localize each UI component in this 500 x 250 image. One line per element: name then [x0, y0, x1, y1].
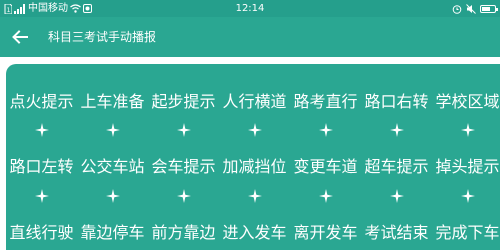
button-row-2: 路口左转 公交车站 会车提示 加减挡位 变更车道 超车提示 掉头提示 — [6, 153, 500, 177]
sparkle-icon — [432, 188, 500, 204]
sparkle-icon — [148, 122, 219, 138]
crosswalk-button[interactable]: 人行横道 — [219, 88, 290, 112]
divider-row-1 — [6, 122, 500, 138]
page-title: 科目三考试手动播报 — [48, 30, 157, 44]
intersection-right-button[interactable]: 路口右转 — [361, 88, 432, 112]
gear-shift-button[interactable]: 加减挡位 — [219, 153, 290, 177]
sparkle-icon — [219, 188, 290, 204]
sparkle-icon — [361, 188, 432, 204]
broadcast-button-panel: 点火提示 上车准备 起步提示 人行横道 路考直行 路口右转 学校区域 路口左转 … — [6, 64, 500, 250]
sparkle-icon — [219, 122, 290, 138]
back-button[interactable] — [8, 25, 32, 49]
start-tip-button[interactable]: 起步提示 — [148, 88, 219, 112]
ignition-tip-button[interactable]: 点火提示 — [6, 88, 77, 112]
meet-car-tip-button[interactable]: 会车提示 — [148, 153, 219, 177]
get-in-prepare-button[interactable]: 上车准备 — [77, 88, 148, 112]
leave-depart-button[interactable]: 离开发车 — [290, 219, 361, 243]
sparkle-icon — [361, 122, 432, 138]
finish-get-off-button[interactable]: 完成下车 — [432, 219, 500, 243]
status-right — [452, 0, 498, 17]
app-bar: 科目三考试手动播报 — [0, 17, 500, 57]
divider-row-2 — [6, 188, 500, 204]
battery-level — [482, 6, 490, 11]
school-zone-button[interactable]: 学校区域 — [432, 88, 500, 112]
intersection-left-button[interactable]: 路口左转 — [6, 153, 77, 177]
lane-change-button[interactable]: 变更车道 — [290, 153, 361, 177]
u-turn-tip-button[interactable]: 掉头提示 — [432, 153, 500, 177]
bus-stop-button[interactable]: 公交车站 — [77, 153, 148, 177]
ahead-pull-over-button[interactable]: 前方靠边 — [148, 219, 219, 243]
straight-drive-button[interactable]: 直线行驶 — [6, 219, 77, 243]
mute-icon — [466, 3, 476, 14]
battery-icon — [480, 4, 498, 13]
sparkle-icon — [432, 122, 500, 138]
sparkle-icon — [6, 122, 77, 138]
arrow-left-icon — [12, 30, 28, 44]
pull-over-button[interactable]: 靠边停车 — [77, 219, 148, 243]
sparkle-icon — [6, 188, 77, 204]
sparkle-icon — [290, 122, 361, 138]
status-bar: 1 中国移动 12:14 — [0, 0, 500, 17]
status-time: 12:14 — [235, 3, 265, 14]
sparkle-icon — [148, 188, 219, 204]
sparkle-icon — [77, 122, 148, 138]
button-row-3: 直线行驶 靠边停车 前方靠边 进入发车 离开发车 考试结束 完成下车 — [6, 219, 500, 243]
road-straight-button[interactable]: 路考直行 — [290, 88, 361, 112]
sparkle-icon — [290, 188, 361, 204]
overtake-tip-button[interactable]: 超车提示 — [361, 153, 432, 177]
exam-end-button[interactable]: 考试结束 — [361, 219, 432, 243]
enter-depart-button[interactable]: 进入发车 — [219, 219, 290, 243]
sparkle-icon — [77, 188, 148, 204]
button-row-1: 点火提示 上车准备 起步提示 人行横道 路考直行 路口右转 学校区域 — [6, 88, 500, 112]
alarm-icon — [452, 4, 462, 14]
